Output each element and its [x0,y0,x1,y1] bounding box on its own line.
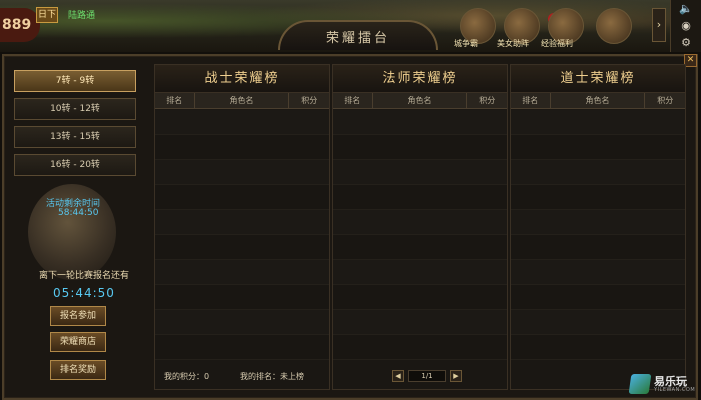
col-rank: 排名 [155,93,195,108]
side-tool-column: 🔈 ◉ ⚙ [670,0,701,52]
table-row [155,135,329,160]
table-rows [333,110,507,360]
table-rows [511,110,685,360]
table-row [333,285,507,310]
settings-icon[interactable]: ⚙ [671,34,701,51]
table-row [155,335,329,360]
expand-arrow-icon[interactable]: › [652,8,666,42]
col-name: 角色名 [195,93,290,108]
table-row [333,185,507,210]
table-row [155,285,329,310]
table-row [155,260,329,285]
table-title: 战士荣耀榜 [155,65,329,93]
column-headers: 排名 角色名 积分 [511,93,685,109]
table-row [333,210,507,235]
table-rows [155,110,329,360]
arena-title: 荣耀擂台 [278,20,438,50]
pagination: ◀ 1/1 ▶ [392,370,462,382]
my-score-text: 我的积分：0 [164,372,210,381]
taoist-ranking-table: 道士荣耀榜 排名 角色名 积分 [510,64,686,390]
table-row [511,310,685,335]
remaining-time-value: 58:44:50 [58,208,99,218]
tier-tab-4[interactable]: 16转 - 20转 [14,154,136,176]
exit-button[interactable]: 日下 [36,7,58,23]
panel-footer: 我的积分：0 我的排名：未上榜 ◀ 1/1 ▶ [154,366,674,386]
table-row [333,235,507,260]
table-row [511,160,685,185]
table-row [333,335,507,360]
event-label-city-war: 城争霸 [454,39,478,48]
table-row [333,135,507,160]
sound-icon[interactable]: 🔈 [671,0,701,17]
watermark-logo-icon [628,374,652,394]
event-label-exp: 经验福利 [541,39,573,48]
col-name: 角色名 [551,93,646,108]
tier-tab-2[interactable]: 10转 - 12转 [14,98,136,120]
rank-rewards-button[interactable]: 排名奖励 [50,360,106,380]
mage-ranking-table: 法师荣耀榜 排名 角色名 积分 [332,64,508,390]
page-indicator: 1/1 [408,370,446,382]
column-headers: 排名 角色名 积分 [333,93,507,109]
game-hud: 889 日下 陆路通 荣耀擂台 城争霸 8 美女助阵 经验福利 › 🔈 ◉ ⚙ [0,0,701,52]
table-row [333,260,507,285]
table-row [511,210,685,235]
table-row [155,210,329,235]
column-headers: 排名 角色名 积分 [155,93,329,109]
table-row [155,310,329,335]
tier-tab-1[interactable]: 7转 - 9转 [14,70,136,92]
view-icon[interactable]: ◉ [671,17,701,34]
col-rank: 排名 [333,93,373,108]
tier-tab-3[interactable]: 13转 - 15转 [14,126,136,148]
prev-page-icon[interactable]: ◀ [392,370,404,382]
col-name: 角色名 [373,93,468,108]
table-row [155,160,329,185]
honor-shop-button[interactable]: 荣耀商店 [50,332,106,352]
col-score: 积分 [301,96,318,105]
event-icon-warrior[interactable] [596,8,632,44]
warrior-ranking-table: 战士荣耀榜 排名 角色名 积分 [154,64,330,390]
col-score: 积分 [479,96,496,105]
next-round-countdown: 05:44:50 [53,286,115,300]
table-title: 法师荣耀榜 [333,65,507,93]
left-column: 7转 - 9转 10转 - 12转 13转 - 15转 16转 - 20转 活动… [10,64,145,390]
table-row [155,185,329,210]
next-round-label: 离下一轮比赛报名还有 [38,271,129,281]
map-status-text: 陆路通 [68,11,96,21]
table-row [333,110,507,135]
table-row [511,285,685,310]
table-row [333,160,507,185]
table-row [511,335,685,360]
watermark-subtext: YILEWAN.COM [654,387,696,393]
my-rank-text: 我的排名：未上榜 [240,372,304,381]
next-page-icon[interactable]: ▶ [450,370,462,382]
table-row [511,135,685,160]
site-watermark: 易乐玩 YILEWAN.COM [628,372,696,396]
hp-counter: 889 [0,8,40,42]
event-label-beauty: 美女助阵 [497,39,529,48]
table-row [511,260,685,285]
table-row [511,185,685,210]
table-row [155,110,329,135]
table-row [511,235,685,260]
table-title: 道士荣耀榜 [511,65,685,93]
table-row [155,235,329,260]
col-rank: 排名 [511,93,551,108]
table-row [511,110,685,135]
signup-button[interactable]: 报名参加 [50,306,106,326]
table-row [333,310,507,335]
col-score: 积分 [657,96,674,105]
